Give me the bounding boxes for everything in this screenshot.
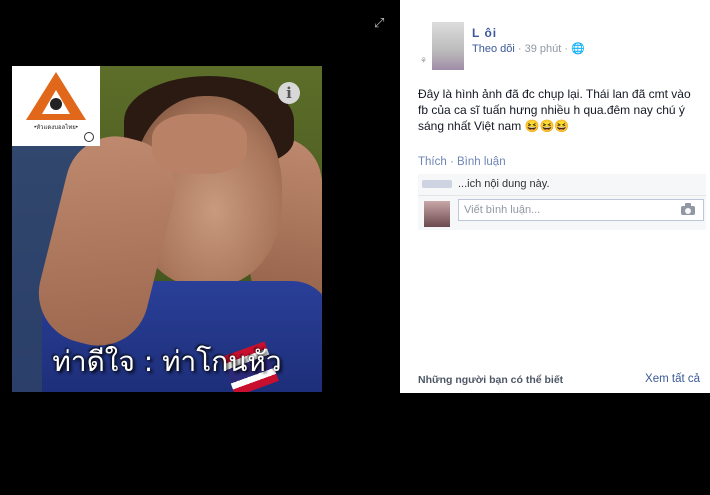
photo-hand	[152, 114, 247, 174]
logo-seal-icon	[84, 132, 94, 142]
post-text: Đây là hình ảnh đã đc chụp lại. Thái lan…	[418, 87, 691, 133]
likes-text: ...ich nội dung này.	[458, 178, 550, 190]
globe-icon: 🌐	[571, 43, 585, 55]
liker-name-blurred	[422, 180, 452, 188]
info-icon[interactable]: i	[278, 82, 300, 104]
like-link[interactable]: Thích	[418, 156, 447, 168]
see-all-link[interactable]: Xem tất cả	[645, 373, 700, 385]
likes-summary[interactable]: ...ich nội dung này.	[418, 174, 706, 196]
expand-icon[interactable]: ⤢	[374, 16, 388, 30]
author-avatar[interactable]	[432, 22, 464, 70]
avatar-badge-icon: ⚘	[420, 56, 428, 65]
author-name[interactable]: L ôi	[472, 26, 497, 40]
photo-caption: ท่าดีใจ : ท่าโกนหัว	[52, 345, 282, 378]
bottom-blank	[0, 420, 710, 495]
camera-icon[interactable]	[681, 203, 695, 215]
logo-caption: •หัวแดงบอลไทย•	[34, 125, 78, 131]
post-meta: Theo dõi · 39 phút · 🌐	[472, 42, 585, 55]
logo-ball-icon	[50, 98, 62, 110]
camera-icon-lens	[685, 208, 691, 214]
people-you-may-know-label: Những người bạn có thể biết	[418, 374, 564, 386]
comment-input[interactable]	[458, 199, 704, 221]
comment-link[interactable]: Bình luận	[457, 156, 506, 168]
meta-separator-2: ·	[564, 43, 569, 55]
post-panel: ⚘ L ôi Theo dõi · 39 phút · 🌐 Đây là hìn…	[400, 0, 710, 393]
action-separator: ·	[446, 156, 457, 168]
meta-separator: ·	[517, 43, 522, 55]
post-time[interactable]: 39 phút	[525, 43, 562, 55]
viewer-avatar	[424, 201, 450, 227]
page-logo: •หัวแดงบอลไทย•	[12, 66, 100, 146]
follow-link[interactable]: Theo dõi	[472, 43, 515, 55]
post-actions: Thích · Bình luận	[418, 156, 506, 168]
